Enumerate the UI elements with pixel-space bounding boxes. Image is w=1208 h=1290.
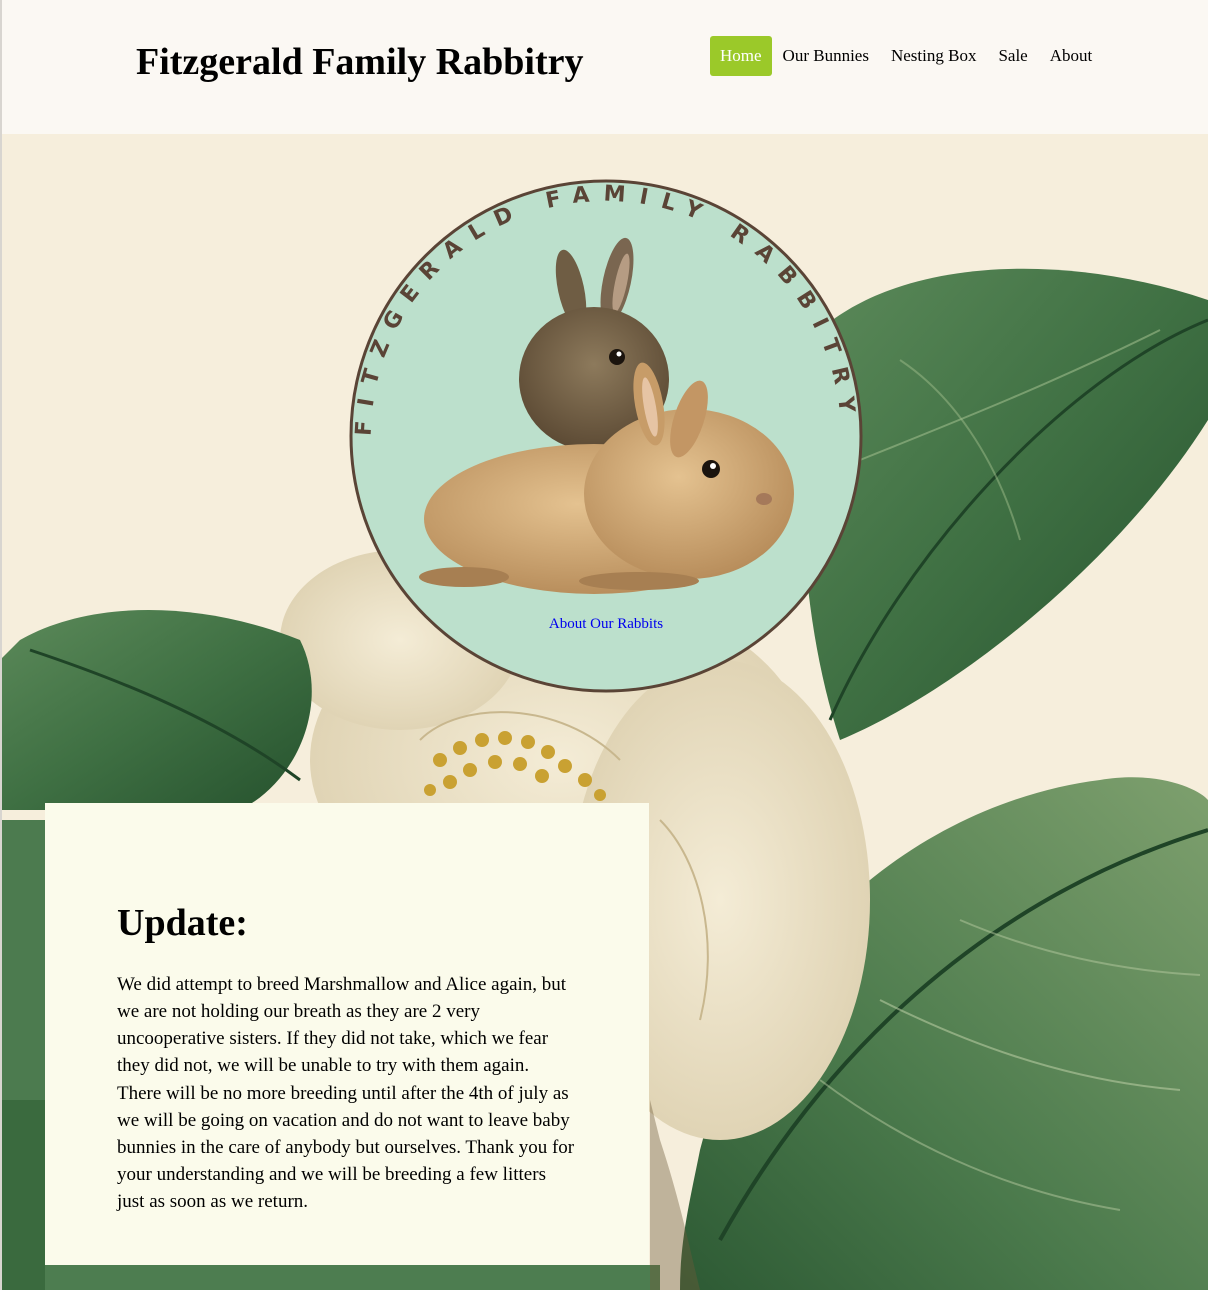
main-nav: Home Our Bunnies Nesting Box Sale About <box>710 36 1103 76</box>
left-border <box>0 0 2 1290</box>
site-title: Fitzgerald Family Rabbitry <box>136 41 584 83</box>
site-header: Fitzgerald Family Rabbitry Home Our Bunn… <box>2 0 1208 134</box>
update-panel: Update: We did attempt to breed Marshmal… <box>45 803 649 1265</box>
nav-about[interactable]: About <box>1039 36 1104 76</box>
update-body: We did attempt to breed Marshmallow and … <box>117 973 575 1213</box>
rabbitry-logo: FITZGERALD FAMILY RABBITRY About Our Rab… <box>349 179 863 693</box>
update-heading: Update: <box>117 902 248 944</box>
nav-nesting-box[interactable]: Nesting Box <box>880 36 987 76</box>
about-our-rabbits-link[interactable]: About Our Rabbits <box>349 616 863 633</box>
nav-home[interactable]: Home <box>710 36 772 76</box>
nav-our-bunnies[interactable]: Our Bunnies <box>772 36 880 76</box>
nav-sale[interactable]: Sale <box>987 36 1038 76</box>
